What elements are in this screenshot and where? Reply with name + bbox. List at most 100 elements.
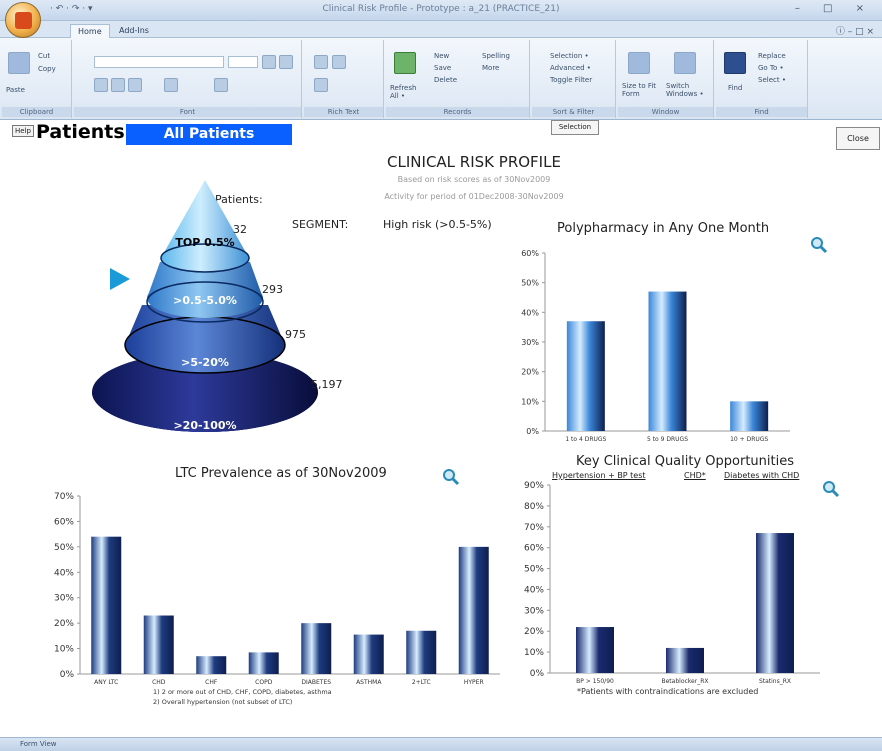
x-tick-label: ANY LTC — [94, 679, 118, 686]
y-tick-label: 0% — [526, 427, 539, 436]
tier-4-label: >20-100% — [173, 419, 236, 432]
replace-button[interactable]: Replace — [758, 52, 786, 60]
y-tick-label: 60% — [521, 249, 539, 258]
new-record-button[interactable]: New — [434, 52, 449, 60]
numbering-icon[interactable] — [332, 55, 346, 69]
bar[interactable] — [756, 533, 794, 673]
select-button[interactable]: Select • — [758, 76, 786, 84]
group-font: Font — [74, 40, 302, 118]
group-label: Clipboard — [2, 107, 71, 117]
tier-2-count: 293 — [262, 283, 283, 296]
size-to-fit-icon[interactable] — [628, 52, 650, 74]
patient-filter-dropdown[interactable]: All Patients — [126, 124, 292, 145]
bar[interactable] — [91, 536, 122, 674]
bar[interactable] — [301, 623, 332, 674]
y-tick-label: 10% — [54, 645, 74, 655]
tier-4-count: 5,197 — [311, 378, 343, 391]
align-center-icon[interactable] — [279, 55, 293, 69]
help-button[interactable]: Help — [12, 125, 34, 137]
group-label: Find — [716, 107, 807, 117]
group-records: Refresh All • New Save Delete Spelling M… — [386, 40, 530, 118]
refresh-all-button[interactable]: Refresh All • — [390, 84, 422, 100]
ltc-prevalence-chart: 0% 10% 20% 30% 40% 50% 60% 70% ANY LTC CHD CHF COPD… — [54, 492, 500, 686]
ribbon-tabbar: Home Add-Ins ⓘ – □ × — [0, 21, 882, 38]
y-tick-label: 70% — [524, 523, 544, 533]
y-tick-label: 90% — [524, 481, 544, 491]
group-label: Sort & Filter — [532, 107, 615, 117]
spelling-button[interactable]: Spelling — [482, 52, 510, 60]
y-tick-label: 30% — [521, 338, 539, 347]
save-record-button[interactable]: Save — [434, 64, 451, 72]
selection-filter-button[interactable]: Selection • — [550, 52, 589, 60]
tier-3-label: >5-20% — [181, 356, 229, 369]
bold-icon[interactable] — [94, 78, 108, 92]
y-tick-label: 40% — [521, 308, 539, 317]
group-label: Rich Text — [304, 107, 383, 117]
y-tick-label: 60% — [524, 544, 544, 554]
office-button[interactable] — [5, 2, 41, 38]
bar[interactable] — [648, 291, 687, 431]
polypharmacy-chart: 0% 10% 20% 30% 40% 50% 60% 1 to 4 DRUGS 5 to 9 D… — [521, 249, 790, 443]
fill-color-icon[interactable] — [214, 78, 228, 92]
y-tick-label: 70% — [54, 492, 74, 502]
bar[interactable] — [143, 615, 174, 674]
selection-button[interactable]: Selection — [551, 120, 599, 135]
help-icon[interactable]: ⓘ – □ × — [836, 24, 874, 37]
bar[interactable] — [666, 647, 704, 673]
bar[interactable] — [196, 656, 227, 674]
group-label: Window — [618, 107, 713, 117]
paste-icon[interactable] — [8, 52, 30, 74]
copy-button[interactable]: Copy — [38, 65, 56, 73]
font-color-icon[interactable] — [164, 78, 178, 92]
ltc-footnote-2: 2) Overall hypertension (not subset of L… — [153, 698, 293, 706]
binoculars-icon[interactable] — [724, 52, 746, 74]
bar[interactable] — [248, 652, 279, 674]
font-name-combo[interactable] — [94, 56, 224, 68]
y-tick-label: 0% — [530, 669, 545, 679]
bar[interactable] — [576, 627, 614, 673]
zoom-magnifier-icon[interactable] — [442, 468, 460, 486]
office-logo-icon — [15, 12, 32, 29]
bar[interactable] — [406, 630, 437, 674]
more-button[interactable]: More — [482, 64, 499, 72]
toggle-filter-button[interactable]: Toggle Filter — [550, 76, 592, 84]
bar[interactable] — [458, 546, 489, 674]
size-to-fit-button[interactable]: Size to Fit Form — [622, 82, 660, 98]
bullets-icon[interactable] — [314, 55, 328, 69]
group-window: Size to Fit Form Switch Windows • Window — [618, 40, 714, 118]
y-tick-label: 80% — [524, 502, 544, 512]
y-tick-label: 20% — [521, 368, 539, 377]
status-bar: Form View — [0, 737, 882, 751]
align-left-icon[interactable] — [262, 55, 276, 69]
switch-windows-icon[interactable] — [674, 52, 696, 74]
risk-pyramid: TOP 0.5% >0.5-5.0% >5-20% >20-100% — [92, 180, 318, 432]
y-tick-label: 50% — [524, 565, 544, 575]
font-size-combo[interactable] — [228, 56, 258, 68]
selected-segment-arrow-icon — [110, 268, 130, 290]
window-title: Clinical Risk Profile - Prototype : a_21… — [322, 4, 560, 14]
delete-record-button[interactable]: Delete — [434, 76, 457, 84]
underline-icon[interactable] — [128, 78, 142, 92]
tab-home[interactable]: Home — [70, 24, 110, 38]
bar[interactable] — [566, 321, 605, 431]
window-controls[interactable]: – □ × — [795, 3, 874, 14]
y-tick-label: 30% — [54, 594, 74, 604]
goto-button[interactable]: Go To • — [758, 64, 784, 72]
group-label: Font — [74, 107, 301, 117]
ltc-footnote-1: 1) 2 or more out of CHD, CHF, COPD, diab… — [153, 688, 332, 696]
advanced-filter-button[interactable]: Advanced • — [550, 64, 591, 72]
bar[interactable] — [730, 401, 769, 431]
indent-icon[interactable] — [314, 78, 328, 92]
paste-button[interactable]: Paste — [6, 86, 25, 94]
y-tick-label: 40% — [524, 585, 544, 595]
close-button[interactable]: Close — [836, 127, 880, 150]
polypharmacy-chart-title: Polypharmacy in Any One Month — [557, 221, 770, 236]
refresh-icon[interactable] — [394, 52, 416, 74]
italic-icon[interactable] — [111, 78, 125, 92]
cut-button[interactable]: Cut — [38, 52, 50, 60]
bar[interactable] — [353, 634, 384, 674]
find-button[interactable]: Find — [728, 84, 742, 92]
tab-add-ins[interactable]: Add-Ins — [112, 24, 156, 38]
x-tick-label: 10 + DRUGS — [730, 436, 768, 443]
switch-windows-button[interactable]: Switch Windows • — [666, 82, 710, 98]
